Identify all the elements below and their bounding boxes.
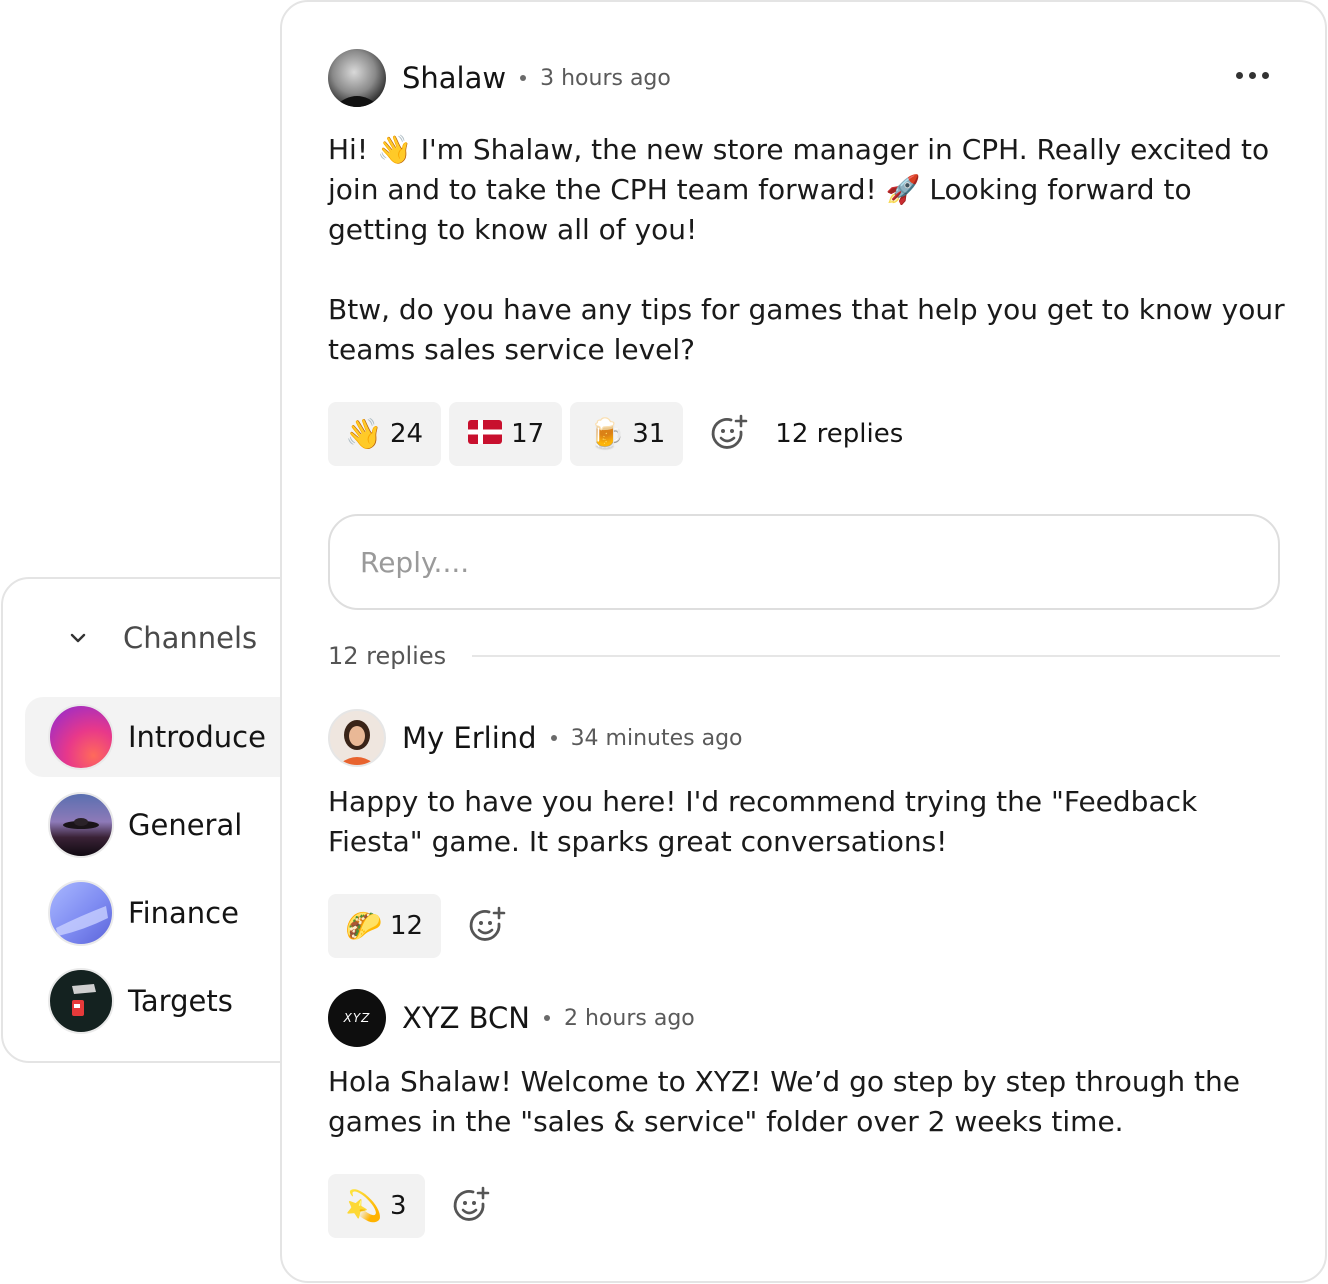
reaction-count: 17 [511, 419, 545, 449]
taco-icon: 🌮 [345, 908, 383, 944]
reply-body: Happy to have you here! I'd recommend tr… [328, 785, 1198, 858]
avatar[interactable] [328, 49, 386, 107]
separator-dot [550, 735, 557, 741]
avatar[interactable]: XYZ [328, 989, 386, 1047]
reply-reactions: 💫 3 [328, 1174, 495, 1238]
chevron-down-icon[interactable] [63, 623, 93, 653]
reply-input[interactable] [360, 545, 1278, 579]
reply-author[interactable]: My Erlind [402, 721, 537, 755]
post-author[interactable]: Shalaw [402, 61, 506, 95]
reaction-flag[interactable]: 17 [449, 402, 563, 466]
more-options-icon[interactable] [1236, 72, 1269, 79]
channels-title: Channels [123, 621, 258, 655]
add-reaction-icon[interactable] [463, 902, 511, 950]
post-time: 3 hours ago [540, 65, 671, 91]
introduce-channel-icon [48, 704, 114, 770]
denmark-flag-icon [465, 417, 505, 452]
ufo-channel-icon [48, 792, 114, 858]
reaction-beer[interactable]: 🍺 31 [570, 402, 684, 466]
divider-line [472, 655, 1280, 657]
reaction-taco[interactable]: 🌮 12 [328, 894, 442, 958]
post-body: Hi! 👋 I'm Shalaw, the new store manager … [328, 133, 1285, 366]
replies-link[interactable]: 12 replies [775, 419, 903, 449]
reply-header: XYZ XYZ BCN 2 hours ago [328, 988, 695, 1048]
waving-hand-icon: 👋 [345, 416, 383, 452]
finance-channel-icon [48, 880, 114, 946]
reaction-count: 31 [632, 419, 666, 449]
sidebar-item-label: Introduce [128, 720, 266, 754]
replies-count-label: 12 replies [328, 642, 447, 670]
reaction-count: 12 [390, 911, 424, 941]
sidebar-item-label: Targets [128, 984, 233, 1018]
post-reactions: 👋 24 17 🍺 31 12 replies [328, 402, 903, 466]
replies-divider: 12 replies [328, 642, 1280, 670]
reaction-count: 3 [390, 1191, 407, 1221]
sidebar-item-label: General [128, 808, 243, 842]
reply-time: 34 minutes ago [570, 725, 743, 751]
beer-mug-icon: 🍺 [587, 416, 625, 452]
targets-channel-icon [48, 968, 114, 1034]
reaction-wave[interactable]: 👋 24 [328, 402, 442, 466]
reaction-dizzy[interactable]: 💫 3 [328, 1174, 425, 1238]
reply-header: My Erlind 34 minutes ago [328, 708, 743, 768]
add-reaction-icon[interactable] [705, 410, 753, 458]
separator-dot [520, 75, 527, 81]
separator-dot [544, 1015, 550, 1021]
post-header: Shalaw 3 hours ago [328, 48, 671, 108]
dizzy-star-icon: 💫 [345, 1188, 383, 1224]
reaction-count: 24 [390, 419, 424, 449]
reply-reactions: 🌮 12 [328, 894, 511, 958]
reply-body: Hola Shalaw! Welcome to XYZ! We’d go ste… [328, 1065, 1240, 1138]
reply-box[interactable] [328, 514, 1280, 610]
avatar[interactable] [328, 709, 386, 767]
sidebar-item-label: Finance [128, 896, 239, 930]
channels-header[interactable]: Channels [63, 621, 257, 655]
reply-time: 2 hours ago [564, 1005, 695, 1031]
add-reaction-icon[interactable] [447, 1182, 495, 1230]
thread-card: Shalaw 3 hours ago Hi! 👋 I'm Shalaw, the… [280, 0, 1327, 1283]
reply-author[interactable]: XYZ BCN [402, 1001, 530, 1035]
avatar-logo-text: XYZ [343, 1011, 371, 1025]
